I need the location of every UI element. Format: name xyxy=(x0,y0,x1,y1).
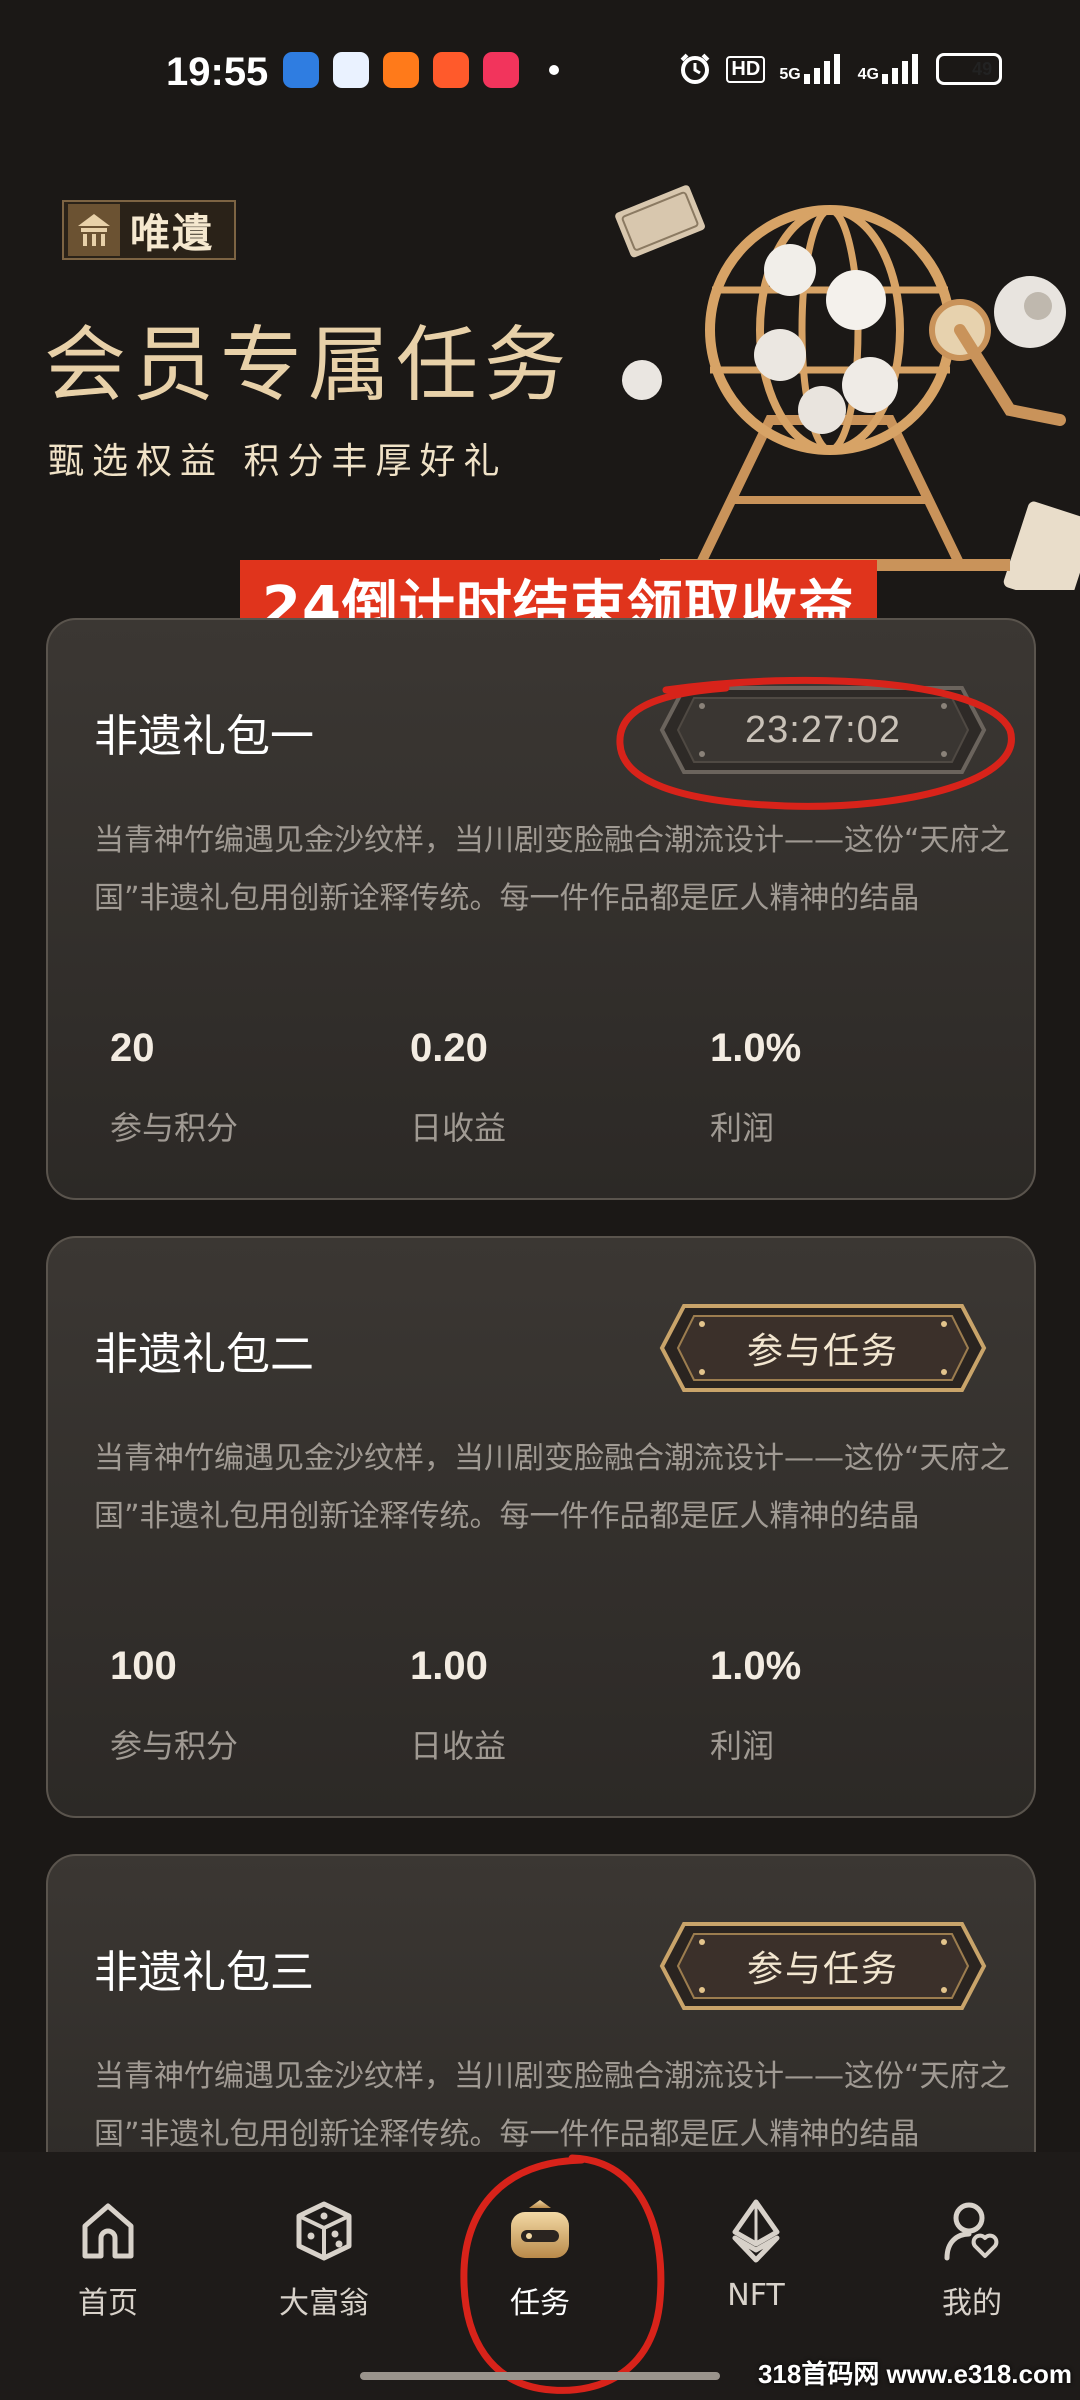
join-task-label: 参与任务 xyxy=(746,1331,899,1372)
annotation-circle xyxy=(616,676,1015,810)
watermark: 318首码网 www.e318.com xyxy=(757,2359,1072,2389)
5g-signal-icon: 5G xyxy=(779,54,843,84)
brand-logo: 唯遺 xyxy=(62,200,236,260)
stat-value: 1.00 xyxy=(410,1644,488,1688)
nav-label: 大富翁 xyxy=(279,2286,369,2321)
stat-value: 0.20 xyxy=(410,1026,488,1070)
battery-icon: 49 xyxy=(936,53,1002,85)
brand-name: 唯遺 xyxy=(130,210,214,257)
join-task-button[interactable]: 参与任务 xyxy=(658,1302,988,1394)
user-heart-icon xyxy=(944,2202,999,2261)
stat-points: 100 参与积分 xyxy=(110,1644,410,1767)
ethereum-icon xyxy=(732,2199,780,2263)
stat-label: 参与积分 xyxy=(110,1109,239,1147)
nav-item-nft[interactable]: NFT xyxy=(676,2198,836,2313)
stat-value: 1.0% xyxy=(710,1026,802,1070)
system-status: HD 5G 4G 49 xyxy=(678,52,1002,86)
task-description: 当青神竹编遇见金沙纹样，当川剧变脸融合潮流设计——这份“天府之国”非遗礼包用创新… xyxy=(94,1441,1010,1534)
page-title: 会员专属任务 xyxy=(44,318,573,413)
stat-daily-income: 1.00 日收益 xyxy=(410,1644,710,1767)
stat-label: 利润 xyxy=(710,1727,775,1765)
stat-profit: 1.0% 利润 xyxy=(710,1026,1010,1149)
nav-item-home[interactable]: 首页 xyxy=(28,2198,188,2322)
dice-icon xyxy=(296,2201,352,2261)
nav-label: 首页 xyxy=(78,2286,138,2321)
nav-label: 我的 xyxy=(942,2286,1002,2321)
more-notifications-icon xyxy=(549,65,559,75)
task-description: 当青神竹编遇见金沙纹样，当川剧变脸融合潮流设计——这份“天府之国”非遗礼包用创新… xyxy=(94,2059,1010,2152)
app-notification-icon xyxy=(383,52,419,88)
nav-item-monopoly[interactable]: 大富翁 xyxy=(244,2198,404,2322)
task-title: 非遗礼包一 xyxy=(94,711,314,762)
music-notification-icon xyxy=(483,52,519,88)
stat-label: 日收益 xyxy=(410,1109,507,1147)
page-subtitle: 甄选权益 积分丰厚好礼 xyxy=(48,441,508,482)
nav-item-profile[interactable]: 我的 xyxy=(892,2198,1052,2322)
alarm-icon xyxy=(681,53,710,84)
stat-label: 参与积分 xyxy=(110,1727,239,1765)
stat-points: 20 参与积分 xyxy=(110,1026,410,1149)
4g-signal-icon: 4G xyxy=(858,54,922,84)
annotation-circle xyxy=(460,2154,665,2394)
join-task-label: 参与任务 xyxy=(746,1949,899,1990)
task-card: 非遗礼包二 参与任务 当青神竹编遇见金沙纹样，当川剧变脸融合潮流设计——这份“天… xyxy=(46,1236,1036,1818)
brand-seal-icon xyxy=(68,204,120,256)
status-time: 19:55 xyxy=(166,50,269,94)
stat-value: 20 xyxy=(110,1026,155,1070)
task-title: 非遗礼包二 xyxy=(94,1329,314,1380)
task-stats: 100 参与积分 1.00 日收益 1.0% 利润 xyxy=(110,1644,1010,1767)
status-bar: 19:55 HD 5G 4G 49 xyxy=(0,0,1080,140)
stat-daily-income: 0.20 日收益 xyxy=(410,1026,710,1149)
task-description: 当青神竹编遇见金沙纹样，当川剧变脸融合潮流设计——这份“天府之国”非遗礼包用创新… xyxy=(94,823,1010,916)
stat-profit: 1.0% 利润 xyxy=(710,1644,1010,1767)
home-icon xyxy=(82,2203,134,2259)
hd-icon: HD xyxy=(726,55,766,83)
stat-label: 利润 xyxy=(710,1109,775,1147)
stat-label: 日收益 xyxy=(410,1727,507,1765)
home-indicator[interactable] xyxy=(360,2372,720,2380)
baidu-notification-icon xyxy=(333,52,369,88)
stat-value: 1.0% xyxy=(710,1644,802,1688)
app-notification-icon xyxy=(283,52,319,88)
join-task-button[interactable]: 参与任务 xyxy=(658,1920,988,2012)
task-title: 非遗礼包三 xyxy=(94,1947,314,1998)
nav-label: NFT xyxy=(727,2278,785,2313)
task-stats: 20 参与积分 0.20 日收益 1.0% 利润 xyxy=(110,1026,1010,1149)
notification-icons xyxy=(283,52,559,88)
lottery-cage-illustration xyxy=(615,185,1080,590)
hero-banner: 唯遺 会员专属任务 甄选权益 积分丰厚好礼 xyxy=(0,140,1080,620)
stat-value: 100 xyxy=(110,1644,177,1688)
app-notification-icon xyxy=(433,52,469,88)
